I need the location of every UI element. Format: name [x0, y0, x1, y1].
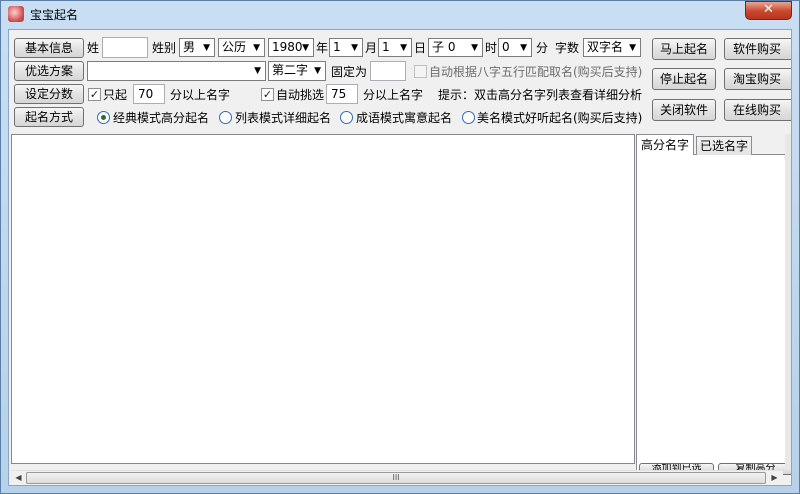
plan-select[interactable]: ▼	[87, 61, 266, 81]
fixed-char-input[interactable]	[370, 61, 406, 81]
mode-list-radio[interactable]	[219, 111, 232, 124]
year-select[interactable]: 1980 ▼	[268, 38, 314, 57]
naming-mode-button[interactable]: 起名方式	[14, 107, 84, 127]
buy-software-button[interactable]: 软件购买	[724, 38, 791, 60]
auto-bazi-checkbox[interactable]	[414, 65, 427, 78]
minute-value: 0	[502, 40, 510, 54]
min-score-suffix: 分以上名字	[170, 88, 231, 102]
tab-selected-names[interactable]: 已选名字	[696, 136, 752, 155]
minute-select[interactable]: 0 ▼	[498, 38, 532, 57]
auto-pick-suffix: 分以上名字	[363, 88, 424, 102]
min-score-input[interactable]: 70	[133, 84, 165, 104]
gender-value: 男	[183, 40, 196, 54]
radio-dot-icon	[101, 115, 106, 120]
preferred-plan-button[interactable]: 优选方案	[14, 61, 84, 81]
chevron-down-icon: ▼	[629, 43, 636, 53]
calendar-value: 公历	[222, 40, 247, 54]
day-label: 日	[414, 41, 427, 55]
second-char-value: 第二字	[272, 63, 309, 77]
taobao-buy-button[interactable]: 淘宝购买	[724, 68, 791, 90]
chevron-down-icon: ▼	[351, 43, 358, 53]
hint-text: 提示：双击高分名字列表查看详细分析	[438, 88, 643, 102]
day-value: 1	[382, 40, 390, 54]
only-checkbox[interactable]: ✓	[88, 88, 101, 101]
chevron-down-icon: ▼	[302, 43, 309, 53]
window-title: 宝宝起名	[30, 8, 79, 22]
baby-app-icon	[8, 6, 24, 22]
hour-select[interactable]: 子 0 ▼	[428, 38, 483, 57]
chevron-down-icon: ▼	[400, 43, 407, 53]
client-area: 基本信息 姓 姓别 男 ▼ 公历 ▼ 1980 ▼ 年 1 ▼ 月 1 ▼ 日 子 0 ▼ …	[8, 29, 792, 486]
only-label: 只起	[103, 88, 128, 102]
mode-beauty-radio[interactable]	[462, 111, 475, 124]
gender-select[interactable]: 男 ▼	[179, 38, 215, 57]
calendar-select[interactable]: 公历 ▼	[218, 38, 265, 57]
year-label: 年	[316, 41, 329, 55]
title-bar[interactable]: 宝宝起名 ✕	[0, 0, 800, 28]
auto-pick-label: 自动挑选	[276, 88, 325, 102]
hour-value: 子 0	[432, 40, 456, 54]
vertical-scrollbar[interactable]	[785, 134, 791, 470]
chevron-down-icon: ▼	[253, 43, 260, 53]
checkmark-icon: ✓	[89, 88, 100, 101]
chevron-down-icon: ▼	[471, 43, 478, 53]
name-list-panel[interactable]	[636, 154, 791, 472]
month-select[interactable]: 1 ▼	[329, 38, 363, 57]
mode-classic-radio[interactable]	[97, 111, 110, 124]
grip-icon: III	[392, 473, 400, 482]
month-value: 1	[333, 40, 341, 54]
char-count-label: 字数	[555, 41, 580, 55]
chevron-down-icon: ▼	[203, 43, 210, 53]
close-window-button[interactable]: ✕	[745, 1, 792, 20]
scroll-thumb[interactable]: III	[26, 472, 766, 484]
scroll-right-icon[interactable]: ▶	[767, 471, 782, 485]
result-list-area[interactable]	[11, 134, 635, 464]
stop-naming-button[interactable]: 停止起名	[652, 68, 716, 90]
chevron-down-icon: ▼	[254, 66, 261, 76]
month-label: 月	[365, 41, 378, 55]
auto-bazi-label: 自动根据八字五行匹配取名(购买后支持)	[429, 65, 643, 79]
fixed-as-label: 固定为	[331, 65, 368, 79]
hour-label: 时	[485, 41, 498, 55]
chevron-down-icon: ▼	[314, 66, 321, 76]
mode-idiom-radio[interactable]	[340, 111, 353, 124]
second-char-select[interactable]: 第二字 ▼	[268, 61, 326, 81]
auto-pick-input[interactable]: 75	[326, 84, 358, 104]
start-naming-button[interactable]: 马上起名	[652, 38, 716, 60]
scroll-left-icon[interactable]: ◀	[11, 471, 26, 485]
close-software-button[interactable]: 关闭软件	[652, 99, 716, 121]
mode-beauty-label: 美名模式好听起名(购买后支持)	[477, 111, 643, 125]
set-score-button[interactable]: 设定分数	[14, 84, 84, 104]
mode-list-label: 列表模式详细起名	[235, 111, 332, 125]
char-count-select[interactable]: 双字名 ▼	[583, 38, 641, 57]
gender-label: 姓别	[152, 41, 177, 55]
mode-idiom-label: 成语模式寓意起名	[356, 111, 453, 125]
day-select[interactable]: 1 ▼	[378, 38, 412, 57]
checkmark-icon: ✓	[262, 88, 273, 101]
chevron-down-icon: ▼	[520, 43, 527, 53]
surname-label: 姓	[87, 41, 100, 55]
mode-classic-label: 经典模式高分起名	[113, 111, 210, 125]
year-value: 1980	[272, 40, 303, 54]
online-buy-button[interactable]: 在线购买	[724, 99, 791, 121]
basic-info-button[interactable]: 基本信息	[14, 38, 84, 58]
auto-pick-checkbox[interactable]: ✓	[261, 88, 274, 101]
char-count-value: 双字名	[587, 40, 624, 54]
minute-label: 分	[536, 41, 549, 55]
tab-high-score-names[interactable]: 高分名字	[636, 134, 694, 155]
surname-input[interactable]	[102, 37, 148, 58]
